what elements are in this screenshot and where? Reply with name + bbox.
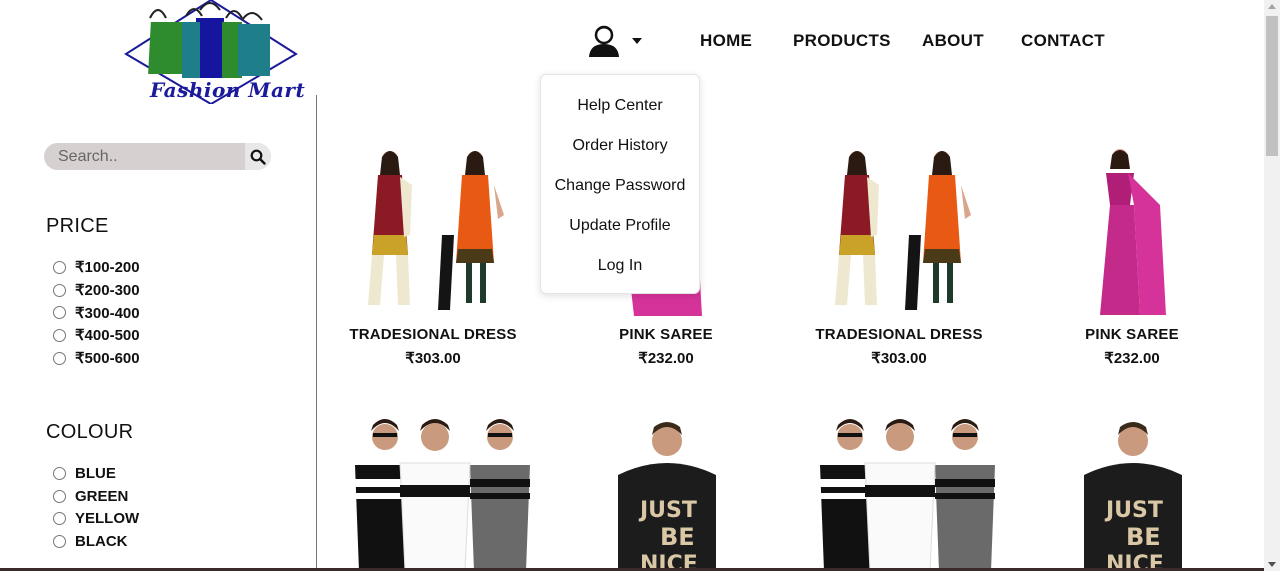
search-icon <box>250 149 266 165</box>
menu-change-password[interactable]: Change Password <box>541 177 699 195</box>
colour-option-label: BLACK <box>75 532 128 550</box>
svg-text:JUST: JUST <box>638 498 697 523</box>
product-name[interactable]: PINK SAREE <box>1022 326 1242 343</box>
scroll-up-arrow-icon[interactable] <box>1268 4 1276 9</box>
nav-contact[interactable]: CONTACT <box>1021 31 1105 51</box>
product-name[interactable]: TRADESIONAL DRESS <box>323 326 543 343</box>
nav-about[interactable]: ABOUT <box>922 31 984 51</box>
page-scrollbar[interactable] <box>1264 0 1280 571</box>
user-dropdown-menu: Help Center Order History Change Passwor… <box>540 74 700 294</box>
price-option-label: ₹300-400 <box>75 304 140 322</box>
chevron-down-icon <box>632 38 642 44</box>
price-radio[interactable] <box>53 328 66 342</box>
colour-radio[interactable] <box>53 489 66 503</box>
search-button[interactable] <box>245 143 271 170</box>
search-box <box>44 143 271 170</box>
menu-update-profile[interactable]: Update Profile <box>541 217 699 235</box>
menu-help-center[interactable]: Help Center <box>541 97 699 115</box>
user-icon <box>589 25 619 57</box>
colour-radio[interactable] <box>53 534 66 548</box>
nav-products[interactable]: PRODUCTS <box>793 31 891 51</box>
colour-filter-title: COLOUR <box>46 421 134 443</box>
product-image-tshirt-set[interactable] <box>800 415 1000 571</box>
brand-name: Fashion Mart <box>150 78 306 102</box>
product-name[interactable]: PINK SAREE <box>556 326 776 343</box>
price-radio[interactable] <box>53 351 66 365</box>
colour-filter-list: BLUE GREEN YELLOW BLACK <box>53 462 139 553</box>
price-option-label: ₹100-200 <box>75 259 140 277</box>
colour-radio[interactable] <box>53 512 66 526</box>
product-price: ₹303.00 <box>871 350 927 367</box>
price-radio[interactable] <box>53 283 66 297</box>
price-radio[interactable] <box>53 306 66 320</box>
search-input[interactable] <box>44 143 258 170</box>
product-price: ₹232.00 <box>1104 350 1160 367</box>
product-image-hoodie[interactable]: JUST BE NICE <box>1078 415 1188 571</box>
colour-radio[interactable] <box>53 466 66 480</box>
product-image-traditional-dress[interactable] <box>817 145 987 317</box>
scroll-down-arrow-icon[interactable] <box>1268 562 1276 567</box>
menu-order-history[interactable]: Order History <box>541 137 699 155</box>
price-radio[interactable] <box>53 260 66 274</box>
scroll-thumb[interactable] <box>1266 16 1278 156</box>
price-filter-title: PRICE <box>46 215 109 237</box>
product-price: ₹303.00 <box>405 350 461 367</box>
colour-option-label: GREEN <box>75 487 129 505</box>
nav-home[interactable]: HOME <box>700 31 752 51</box>
product-image-hoodie[interactable]: JUST BE NICE <box>612 415 722 571</box>
colour-option-label: BLUE <box>75 464 116 482</box>
sidebar-divider <box>316 95 317 571</box>
product-image-traditional-dress[interactable] <box>350 145 520 317</box>
price-option-label: ₹400-500 <box>75 327 140 345</box>
colour-option-label: YELLOW <box>75 510 140 528</box>
product-name[interactable]: TRADESIONAL DRESS <box>789 326 1009 343</box>
price-filter-list: ₹100-200 ₹200-300 ₹300-400 ₹400-500 ₹500… <box>53 256 140 369</box>
user-menu-toggle[interactable] <box>586 24 642 58</box>
svg-text:BE: BE <box>660 523 695 551</box>
price-option-label: ₹200-300 <box>75 282 140 300</box>
svg-text:BE: BE <box>1126 523 1161 551</box>
svg-text:JUST: JUST <box>1104 498 1163 523</box>
price-option-label: ₹500-600 <box>75 350 140 368</box>
product-price: ₹232.00 <box>638 350 694 367</box>
menu-log-in[interactable]: Log In <box>541 257 699 275</box>
product-image-pink-saree[interactable] <box>1090 145 1175 317</box>
product-image-tshirt-set[interactable] <box>335 415 535 571</box>
